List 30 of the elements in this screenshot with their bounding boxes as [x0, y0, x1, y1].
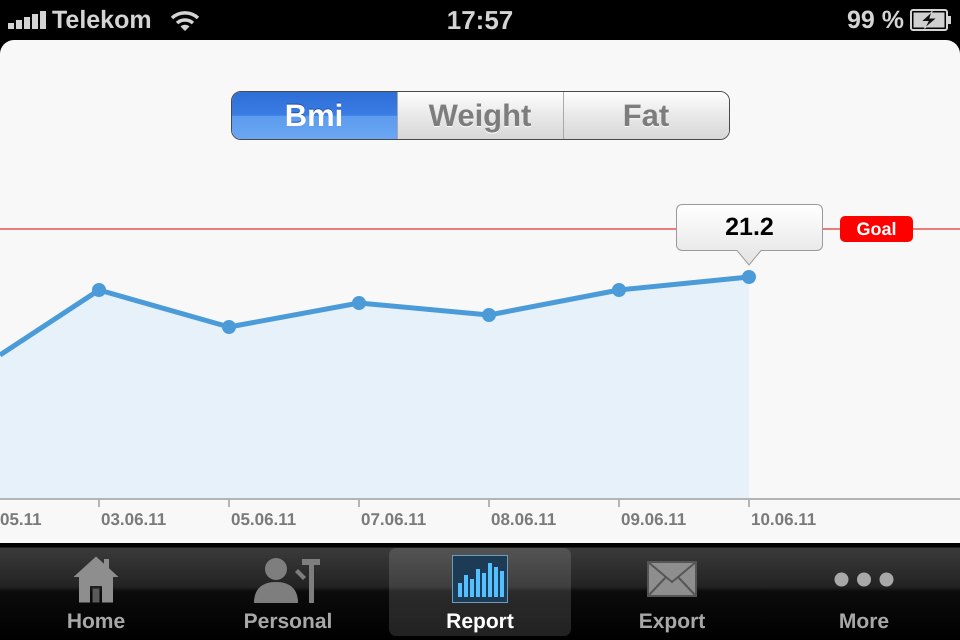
- person-tool-icon: [254, 555, 322, 603]
- battery-percent: 99 %: [847, 5, 904, 35]
- goal-badge: Goal: [840, 216, 913, 242]
- axis-label: 05.06.11: [231, 510, 296, 530]
- axis-label: 03.06.11: [101, 510, 166, 530]
- envelope-icon: [647, 561, 697, 597]
- chart-point: [222, 320, 236, 334]
- tab-bar-item[interactable]: More: [773, 548, 955, 636]
- clock-time: 17:57: [446, 5, 514, 35]
- tab-bar-item[interactable]: Home: [5, 548, 187, 636]
- axis-label: 08.06.11: [491, 510, 556, 530]
- chart-point: [92, 283, 106, 297]
- house-icon: [73, 556, 119, 602]
- value-callout: 21.2: [676, 204, 823, 267]
- axis-label: 05.11: [0, 510, 42, 530]
- chart-point: [612, 283, 626, 297]
- tab-bar-item[interactable]: Report: [389, 548, 571, 636]
- tab-bar-item[interactable]: Personal: [197, 548, 379, 636]
- chart-point: [352, 296, 366, 310]
- chart-point: [742, 270, 756, 284]
- tab-bar-item[interactable]: Export: [581, 548, 763, 636]
- wifi-icon: [170, 9, 200, 31]
- axis-label: 07.06.11: [361, 510, 426, 530]
- more-dots-icon: [834, 572, 894, 586]
- signal-icon: [8, 11, 46, 29]
- chart-point: [482, 308, 496, 322]
- axis-label: 10.06.11: [751, 510, 816, 530]
- axis-label: 09.06.11: [621, 510, 686, 530]
- bar-chart-icon: [452, 555, 508, 603]
- carrier-name: Telekom: [52, 5, 152, 35]
